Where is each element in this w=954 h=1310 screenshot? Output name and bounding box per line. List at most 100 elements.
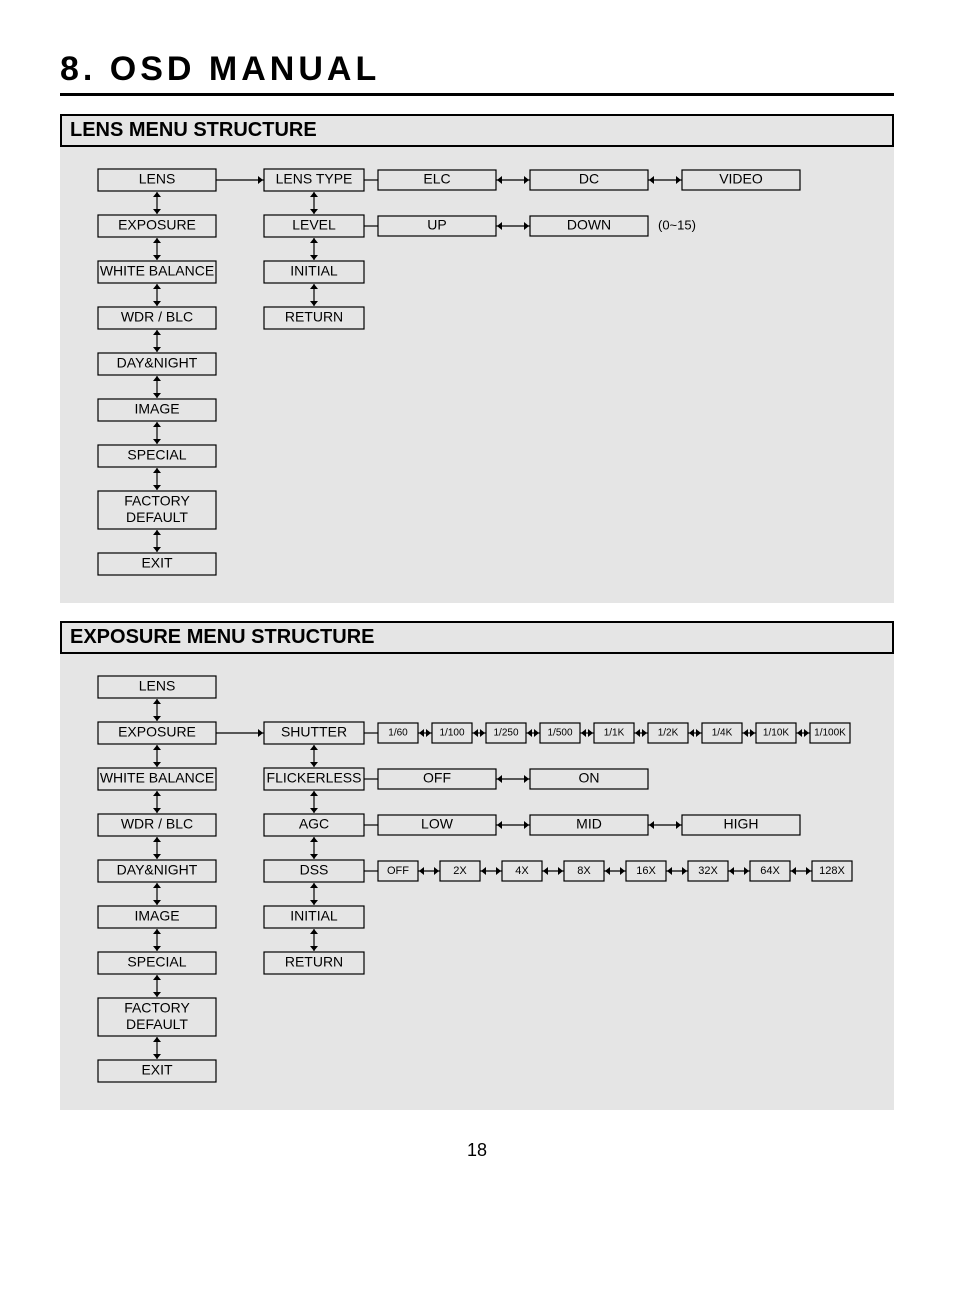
svg-text:1/10K: 1/10K: [763, 728, 789, 739]
svg-text:IMAGE: IMAGE: [134, 401, 179, 417]
svg-text:1/4K: 1/4K: [712, 728, 733, 739]
diagram-panel: LENS EXPOSURE WHITE BALANCE WDR / BLC DAY&NI…: [60, 654, 894, 1110]
option-item: DC: [530, 170, 648, 190]
menu-item: EXIT: [98, 553, 216, 575]
svg-text:WDR / BLC: WDR / BLC: [121, 816, 193, 832]
option-item: 64X: [750, 861, 790, 881]
menu-item: WHITE BALANCE: [98, 768, 216, 790]
svg-text:RETURN: RETURN: [285, 954, 343, 970]
submenu-item: INITIAL: [264, 261, 364, 283]
chapter-title: 8. OSD MANUAL: [60, 50, 894, 96]
option-item: 1/100: [432, 723, 472, 743]
option-item: 1/100K: [810, 723, 850, 743]
svg-text:RETURN: RETURN: [285, 309, 343, 325]
svg-text:DEFAULT: DEFAULT: [126, 509, 188, 525]
menu-item: WHITE BALANCE: [98, 261, 216, 283]
svg-text:32X: 32X: [698, 865, 718, 877]
svg-text:WDR / BLC: WDR / BLC: [121, 309, 193, 325]
svg-text:DAY&NIGHT: DAY&NIGHT: [117, 355, 198, 371]
svg-text:EXPOSURE: EXPOSURE: [118, 724, 196, 740]
menu-item: IMAGE: [98, 906, 216, 928]
option-item: 1/1K: [594, 723, 634, 743]
svg-text:1/100: 1/100: [439, 728, 464, 739]
svg-text:OFF: OFF: [387, 865, 409, 877]
svg-text:ELC: ELC: [423, 171, 450, 187]
option-item: OFF: [378, 769, 496, 789]
option-item: 4X: [502, 861, 542, 881]
svg-text:MID: MID: [576, 816, 602, 832]
svg-text:DOWN: DOWN: [567, 217, 611, 233]
option-item: ELC: [378, 170, 496, 190]
svg-text:LENS: LENS: [139, 171, 176, 187]
svg-text:DEFAULT: DEFAULT: [126, 1016, 188, 1032]
svg-text:DSS: DSS: [300, 862, 329, 878]
svg-text:ON: ON: [579, 770, 600, 786]
menu-item: DAY&NIGHT: [98, 860, 216, 882]
page-number: 18: [60, 1140, 894, 1161]
svg-text:2X: 2X: [453, 865, 467, 877]
menu-item: SPECIAL: [98, 952, 216, 974]
diagram-panel: LENS EXPOSURE WHITE BALANCE WDR / BLC DAY&NI…: [60, 147, 894, 603]
option-item: DOWN: [530, 216, 648, 236]
option-item: 1/60: [378, 723, 418, 743]
svg-text:FACTORY: FACTORY: [124, 1000, 190, 1016]
submenu-item: INITIAL: [264, 906, 364, 928]
svg-text:EXPOSURE: EXPOSURE: [118, 217, 196, 233]
svg-text:FLICKERLESS: FLICKERLESS: [267, 770, 362, 786]
svg-text:64X: 64X: [760, 865, 780, 877]
option-item: 2X: [440, 861, 480, 881]
svg-text:1/60: 1/60: [388, 728, 408, 739]
svg-text:1/1K: 1/1K: [604, 728, 625, 739]
submenu-item: DSS: [264, 860, 364, 882]
svg-text:EXIT: EXIT: [141, 555, 173, 571]
option-item: 1/10K: [756, 723, 796, 743]
option-item: 8X: [564, 861, 604, 881]
svg-text:128X: 128X: [819, 865, 845, 877]
svg-text:AGC: AGC: [299, 816, 329, 832]
svg-text:1/250: 1/250: [493, 728, 518, 739]
menu-item: SPECIAL: [98, 445, 216, 467]
submenu-item: FLICKERLESS: [264, 768, 364, 790]
option-item: 128X: [812, 861, 852, 881]
option-item: OFF: [378, 861, 418, 881]
option-item: 16X: [626, 861, 666, 881]
menu-item: WDR / BLC: [98, 307, 216, 329]
menu-item: IMAGE: [98, 399, 216, 421]
svg-text:1/2K: 1/2K: [658, 728, 679, 739]
menu-item: LENS: [98, 676, 216, 698]
svg-text:WHITE BALANCE: WHITE BALANCE: [100, 770, 214, 786]
menu-item: DAY&NIGHT: [98, 353, 216, 375]
svg-text:16X: 16X: [636, 865, 656, 877]
svg-text:INITIAL: INITIAL: [290, 263, 338, 279]
svg-text:SHUTTER: SHUTTER: [281, 724, 347, 740]
option-note: (0~15): [658, 217, 696, 232]
option-item: VIDEO: [682, 170, 800, 190]
svg-text:EXIT: EXIT: [141, 1062, 173, 1078]
svg-text:VIDEO: VIDEO: [719, 171, 763, 187]
option-item: HIGH: [682, 815, 800, 835]
svg-text:LENS: LENS: [139, 678, 176, 694]
option-item: UP: [378, 216, 496, 236]
option-item: LOW: [378, 815, 496, 835]
svg-text:DC: DC: [579, 171, 599, 187]
submenu-item: LENS TYPE: [264, 169, 364, 191]
submenu-item: LEVEL: [264, 215, 364, 237]
svg-text:FACTORY: FACTORY: [124, 493, 190, 509]
submenu-item: AGC: [264, 814, 364, 836]
svg-text:8X: 8X: [577, 865, 591, 877]
menu-item: FACTORYDEFAULT: [98, 998, 216, 1036]
svg-text:INITIAL: INITIAL: [290, 908, 338, 924]
svg-text:OFF: OFF: [423, 770, 451, 786]
option-item: 32X: [688, 861, 728, 881]
section-header: EXPOSURE MENU STRUCTURE: [60, 621, 894, 654]
svg-text:SPECIAL: SPECIAL: [127, 954, 186, 970]
svg-text:1/100K: 1/100K: [814, 728, 846, 739]
submenu-item: SHUTTER: [264, 722, 364, 744]
svg-text:LEVEL: LEVEL: [292, 217, 336, 233]
menu-item: WDR / BLC: [98, 814, 216, 836]
menu-item: EXPOSURE: [98, 215, 216, 237]
option-item: MID: [530, 815, 648, 835]
svg-text:4X: 4X: [515, 865, 529, 877]
option-item: ON: [530, 769, 648, 789]
option-item: 1/500: [540, 723, 580, 743]
